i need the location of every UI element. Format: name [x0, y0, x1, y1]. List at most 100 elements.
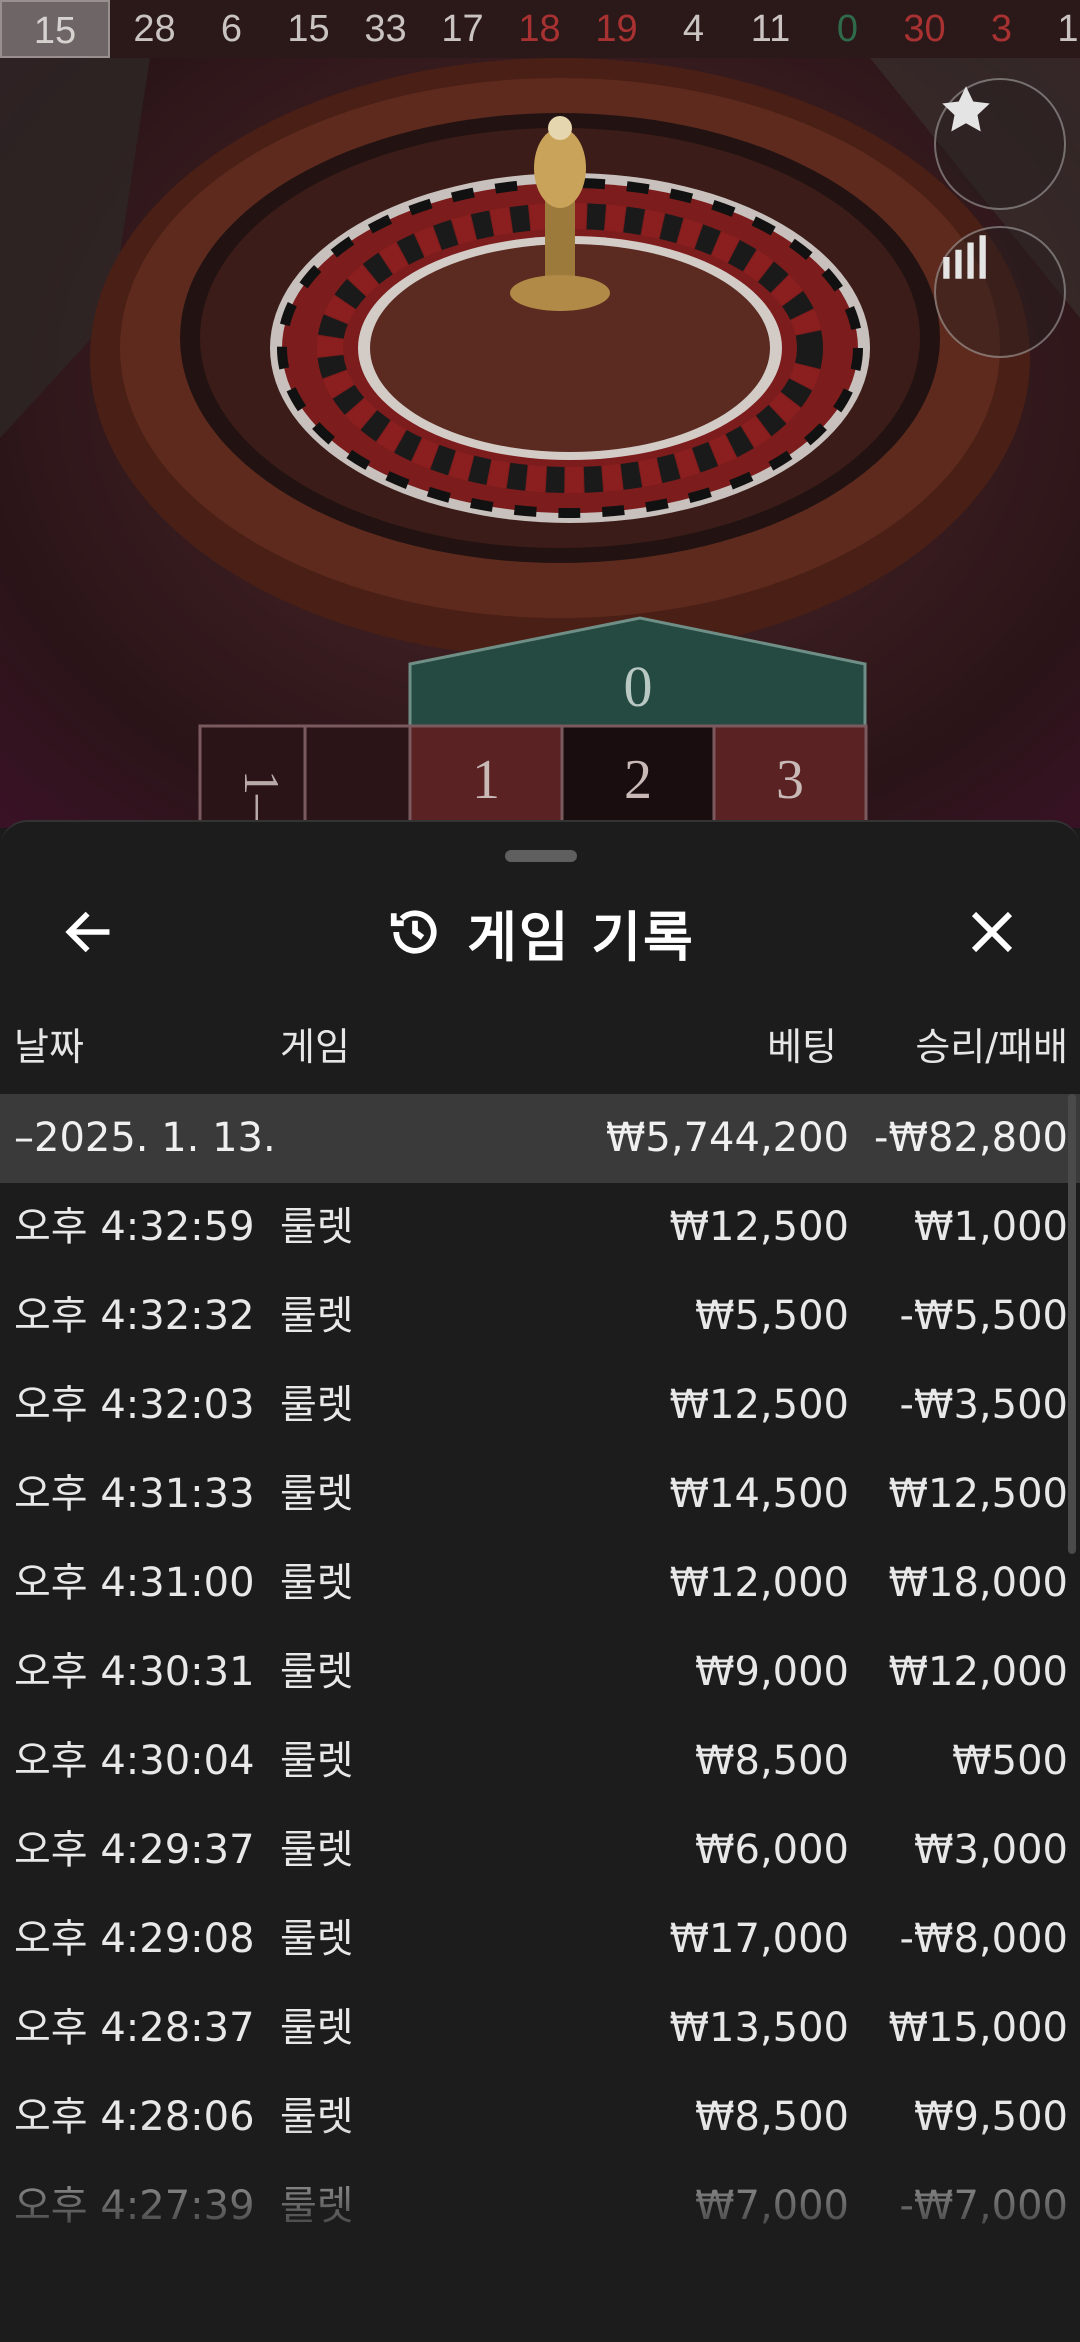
row-time: 오후 4:28:06	[14, 2094, 255, 2140]
row-bet: ₩9,000	[694, 1649, 849, 1695]
result-number: 28	[133, 8, 176, 50]
row-time: 오후 4:29:08	[14, 1916, 255, 1962]
result-number: 17	[441, 8, 484, 50]
header-bet: 베팅	[767, 1025, 837, 1069]
result-number: 15	[287, 8, 330, 50]
table-row[interactable]: 오후 4:29:08 룰렛 ₩17,000 -₩8,000	[0, 1895, 1080, 1984]
star-icon	[942, 86, 990, 132]
table-row[interactable]: 오후 4:32:03 룰렛 ₩12,500 -₩3,500	[0, 1361, 1080, 1450]
header-game: 게임	[280, 1025, 350, 1069]
row-bet: ₩8,500	[694, 1738, 849, 1784]
row-result: -₩5,500	[899, 1293, 1069, 1339]
header-result: 승리/패배	[915, 1025, 1068, 1069]
table-row[interactable]: 오후 4:29:37 룰렛 ₩6,000 ₩3,000	[0, 1806, 1080, 1895]
latest-result-number: 15	[0, 0, 110, 58]
drag-handle[interactable]	[505, 850, 577, 862]
history-icon	[391, 910, 437, 954]
row-result: ₩500	[952, 1738, 1068, 1784]
result-number: 0	[836, 8, 859, 50]
result-number: 19	[595, 8, 638, 50]
table-row[interactable]: 오후 4:32:32 룰렛 ₩5,500 -₩5,500	[0, 1272, 1080, 1361]
row-bet: ₩14,500	[669, 1471, 849, 1517]
row-result: -₩3,500	[899, 1382, 1069, 1428]
row-bet: ₩6,000	[694, 1827, 849, 1873]
table-cell-3: 3	[776, 749, 804, 811]
table-row[interactable]: 오후 4:27:39 룰렛 ₩7,000 -₩7,000	[0, 2162, 1080, 2251]
row-result: ₩1,000	[913, 1204, 1068, 1250]
row-time: 오후 4:27:39	[14, 2183, 255, 2229]
row-result: ₩12,000	[888, 1649, 1068, 1695]
date-group-header[interactable]: –2025. 1. 13. ₩5,744,200 -₩82,800	[0, 1094, 1080, 1183]
row-game: 룰렛	[280, 1738, 354, 1784]
row-result: -₩8,000	[899, 1916, 1069, 1962]
row-game: 룰렛	[280, 2005, 354, 2051]
table-row[interactable]: 오후 4:30:31 룰렛 ₩9,000 ₩12,000	[0, 1628, 1080, 1717]
scrollbar[interactable]	[1068, 1094, 1076, 1554]
table-row[interactable]: 오후 4:30:04 룰렛 ₩8,500 ₩500	[0, 1717, 1080, 1806]
result-number: 11	[750, 8, 791, 50]
row-time: 오후 4:29:37	[14, 1827, 255, 1873]
table-row[interactable]: 오후 4:31:33 룰렛 ₩14,500 ₩12,500	[0, 1450, 1080, 1539]
page-title: 게임 기록	[467, 905, 695, 969]
arrow-left-icon	[65, 911, 110, 953]
group-result-total: -₩82,800	[874, 1115, 1068, 1161]
row-bet: ₩8,500	[694, 2094, 849, 2140]
game-history-sheet: 게임 기록 날짜 게임 베팅 승리/패배 –2025. 1. 13. ₩5,74…	[0, 820, 1080, 2342]
row-game: 룰렛	[280, 1560, 354, 1606]
result-number: 4	[682, 8, 705, 50]
row-game: 룰렛	[280, 1827, 354, 1873]
row-time: 오후 4:30:04	[14, 1738, 255, 1784]
row-time: 오후 4:31:00	[14, 1560, 255, 1606]
group-date: –2025. 1. 13.	[14, 1115, 276, 1161]
table-cell-2: 2	[624, 749, 652, 811]
row-result: ₩18,000	[888, 1560, 1068, 1606]
row-result: ₩3,000	[913, 1827, 1068, 1873]
table-row[interactable]: 오후 4:28:37 룰렛 ₩13,500 ₩15,000	[0, 1984, 1080, 2073]
result-number: 6	[220, 8, 243, 50]
back-button[interactable]	[48, 892, 128, 972]
row-bet: ₩17,000	[669, 1916, 849, 1962]
header-date: 날짜	[14, 1025, 84, 1069]
sheet-header: 게임 기록	[0, 892, 1080, 972]
table-row[interactable]: 오후 4:28:06 룰렛 ₩8,500 ₩9,500	[0, 2073, 1080, 2162]
table-row[interactable]: 오후 4:31:00 룰렛 ₩12,000 ₩18,000	[0, 1539, 1080, 1628]
group-bet-total: ₩5,744,200	[605, 1115, 849, 1161]
row-time: 오후 4:31:33	[14, 1471, 255, 1517]
row-game: 룰렛	[280, 1382, 354, 1428]
statistics-button[interactable]	[934, 226, 1066, 358]
roulette-wheel-scene: 0 1– 1 2 3	[0, 58, 1080, 828]
table-side-label: 1–	[234, 770, 290, 821]
row-bet: ₩12,500	[669, 1204, 849, 1250]
row-time: 오후 4:32:59	[14, 1204, 255, 1250]
row-bet: ₩5,500	[694, 1293, 849, 1339]
table-row[interactable]: 오후 4:32:59 룰렛 ₩12,500 ₩1,000	[0, 1183, 1080, 1272]
result-number: 18	[518, 8, 561, 50]
row-game: 룰렛	[280, 2183, 354, 2229]
row-game: 룰렛	[280, 1204, 354, 1250]
result-number: 10	[1057, 8, 1080, 50]
row-time: 오후 4:28:37	[14, 2005, 255, 2051]
table-cell-1: 1	[472, 749, 500, 811]
row-result: ₩15,000	[888, 2005, 1068, 2051]
close-icon	[971, 911, 1013, 953]
close-button[interactable]	[952, 892, 1032, 972]
bar-chart-icon	[943, 235, 986, 279]
row-bet: ₩12,500	[669, 1382, 849, 1428]
row-time: 오후 4:32:32	[14, 1293, 255, 1339]
result-number: 33	[364, 8, 407, 50]
column-headers: 날짜 게임 베팅 승리/패배	[0, 1017, 1080, 1077]
row-bet: ₩12,000	[669, 1560, 849, 1606]
row-game: 룰렛	[280, 2094, 354, 2140]
row-game: 룰렛	[280, 1916, 354, 1962]
live-video: 0 1– 1 2 3	[0, 58, 1080, 828]
row-time: 오후 4:32:03	[14, 1382, 255, 1428]
table-zero-label: 0	[624, 654, 653, 719]
row-result: ₩9,500	[913, 2094, 1068, 2140]
row-game: 룰렛	[280, 1649, 354, 1695]
result-number: 3	[990, 8, 1013, 50]
result-number: 30	[903, 8, 946, 50]
row-bet: ₩13,500	[669, 2005, 849, 2051]
row-bet: ₩7,000	[694, 2183, 849, 2229]
favorite-button[interactable]	[934, 78, 1066, 210]
row-result: -₩7,000	[899, 2183, 1069, 2229]
